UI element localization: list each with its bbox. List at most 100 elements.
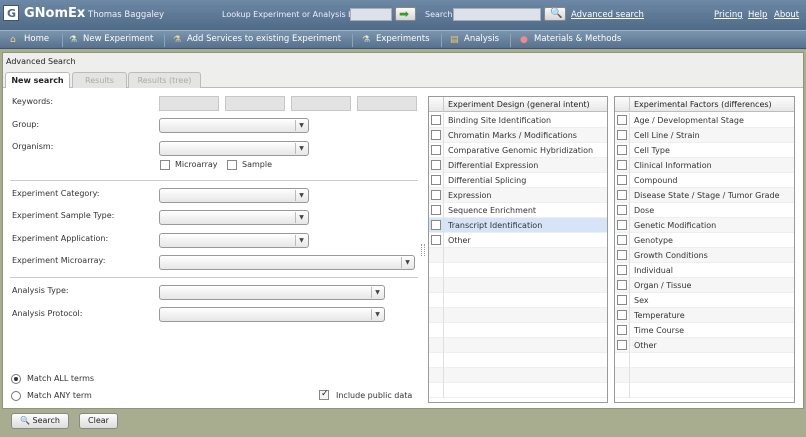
grid-row[interactable]: Chromatin Marks / Modifications	[429, 128, 607, 143]
keyword-input-2[interactable]	[225, 96, 285, 111]
experiment-microarray-select[interactable]: ▼	[159, 255, 415, 270]
resize-handle[interactable]	[421, 244, 425, 256]
grid-header: Experimental Factors (differences)	[615, 97, 794, 112]
grid-row[interactable]: Dose	[615, 203, 794, 218]
nav-add-services[interactable]: ⚗ Add Services to existing Experiment	[173, 34, 341, 45]
include-public-checkbox[interactable]: ✓	[319, 389, 329, 400]
row-checkbox[interactable]	[617, 205, 627, 215]
row-checkbox[interactable]	[431, 205, 441, 215]
grid-row[interactable]: Cell Line / Strain	[615, 128, 794, 143]
nav-new-experiment[interactable]: ⚗ New Experiment	[69, 34, 153, 45]
quick-search-input[interactable]	[453, 8, 541, 21]
row-label: Growth Conditions	[634, 251, 708, 260]
lookup-number-input[interactable]	[350, 8, 392, 21]
clear-button[interactable]: Clear	[79, 413, 118, 429]
grid-row[interactable]: Differential Expression	[429, 158, 607, 173]
experiment-application-select[interactable]: ▼	[159, 233, 309, 248]
grid-row	[615, 368, 794, 383]
row-checkbox[interactable]	[617, 130, 627, 140]
group-select[interactable]: ▼	[159, 118, 309, 133]
nav-experiments[interactable]: ⚗ Experiments	[362, 34, 430, 45]
grid-row[interactable]: Growth Conditions	[615, 248, 794, 263]
experiment-sample-type-select[interactable]: ▼	[159, 210, 309, 225]
row-checkbox[interactable]	[431, 115, 441, 125]
arrow-right-icon: ➡	[399, 7, 410, 21]
row-checkbox[interactable]	[617, 295, 627, 305]
grid-row[interactable]: Cell Type	[615, 143, 794, 158]
row-checkbox[interactable]	[617, 220, 627, 230]
lookup-go-button[interactable]: ➡	[395, 7, 416, 21]
grid-row[interactable]: Compound	[615, 173, 794, 188]
grid-row[interactable]: Disease State / Stage / Tumor Grade	[615, 188, 794, 203]
organism-select[interactable]: ▼	[159, 141, 309, 156]
keyword-input-1[interactable]	[159, 96, 219, 111]
chevron-down-icon: ▼	[295, 143, 307, 154]
grid-row[interactable]: Clinical Information	[615, 158, 794, 173]
row-label: Dose	[634, 206, 655, 215]
grid-row[interactable]: Genetic Modification	[615, 218, 794, 233]
nav-analysis[interactable]: ▤ Analysis	[450, 34, 499, 45]
grid-row[interactable]: Temperature	[615, 308, 794, 323]
grid-row[interactable]: Transcript Identification	[429, 218, 607, 233]
grid-row[interactable]: Individual	[615, 263, 794, 278]
experiment-category-select[interactable]: ▼	[159, 188, 309, 203]
grid-row[interactable]: Differential Splicing	[429, 173, 607, 188]
row-checkbox[interactable]	[617, 145, 627, 155]
row-checkbox[interactable]	[617, 190, 627, 200]
grid-row[interactable]: Binding Site Identification	[429, 113, 607, 128]
grid-row[interactable]: Genotype	[615, 233, 794, 248]
row-checkbox[interactable]	[617, 235, 627, 245]
row-checkbox[interactable]	[617, 340, 627, 350]
row-checkbox[interactable]	[431, 130, 441, 140]
keyword-input-3[interactable]	[291, 96, 351, 111]
row-checkbox[interactable]	[617, 310, 627, 320]
row-checkbox[interactable]	[431, 220, 441, 230]
row-checkbox[interactable]	[431, 145, 441, 155]
row-checkbox[interactable]	[431, 190, 441, 200]
row-checkbox[interactable]	[431, 175, 441, 185]
tab-new-search[interactable]: New search	[5, 72, 70, 89]
search-icon: 🔍	[20, 416, 30, 425]
help-link[interactable]: Help	[748, 10, 767, 20]
row-checkbox[interactable]	[617, 175, 627, 185]
pricing-link[interactable]: Pricing	[714, 10, 743, 20]
match-all-radio[interactable]	[11, 374, 21, 384]
analysis-type-select[interactable]: ▼	[159, 285, 385, 300]
row-checkbox[interactable]	[617, 250, 627, 260]
microarray-checkbox[interactable]	[160, 160, 170, 170]
grid-row[interactable]: Comparative Genomic Hybridization	[429, 143, 607, 158]
nav-materials-methods[interactable]: ● Materials & Methods	[520, 34, 621, 45]
grid-row[interactable]: Expression	[429, 188, 607, 203]
row-checkbox[interactable]	[617, 325, 627, 335]
row-label: Cell Type	[634, 146, 670, 155]
row-checkbox[interactable]	[617, 115, 627, 125]
search-button[interactable]: 🔍 Search	[11, 413, 69, 429]
sample-checkbox[interactable]	[227, 160, 237, 170]
advanced-search-link[interactable]: Advanced search	[571, 10, 644, 20]
quick-search-button[interactable]: 🔍	[544, 7, 566, 21]
row-checkbox[interactable]	[431, 160, 441, 170]
grid-row[interactable]: Time Course	[615, 323, 794, 338]
nav-home[interactable]: ⌂ Home	[10, 34, 49, 45]
analysis-protocol-select[interactable]: ▼	[159, 307, 385, 322]
row-checkbox[interactable]	[617, 265, 627, 275]
tab-results-tree[interactable]: Results (tree)	[128, 72, 201, 88]
section-divider	[10, 277, 418, 278]
flask-add-icon: ⚗	[69, 35, 78, 45]
grid-row[interactable]: Age / Developmental Stage	[615, 113, 794, 128]
keyword-input-4[interactable]	[357, 96, 417, 111]
about-link[interactable]: About	[774, 10, 799, 20]
row-checkbox[interactable]	[617, 160, 627, 170]
row-checkbox[interactable]	[617, 280, 627, 290]
grid-row[interactable]: Sequence Enrichment	[429, 203, 607, 218]
chevron-down-icon: ▼	[295, 190, 307, 201]
row-checkbox[interactable]	[431, 235, 441, 245]
grid-row[interactable]: Organ / Tissue	[615, 278, 794, 293]
row-label: Disease State / Stage / Tumor Grade	[634, 191, 780, 200]
grid-row[interactable]: Other	[615, 338, 794, 353]
match-any-radio[interactable]	[11, 391, 21, 401]
tab-results[interactable]: Results	[72, 72, 127, 88]
grid-row[interactable]: Other	[429, 233, 607, 248]
grid-row	[429, 323, 607, 338]
grid-row[interactable]: Sex	[615, 293, 794, 308]
